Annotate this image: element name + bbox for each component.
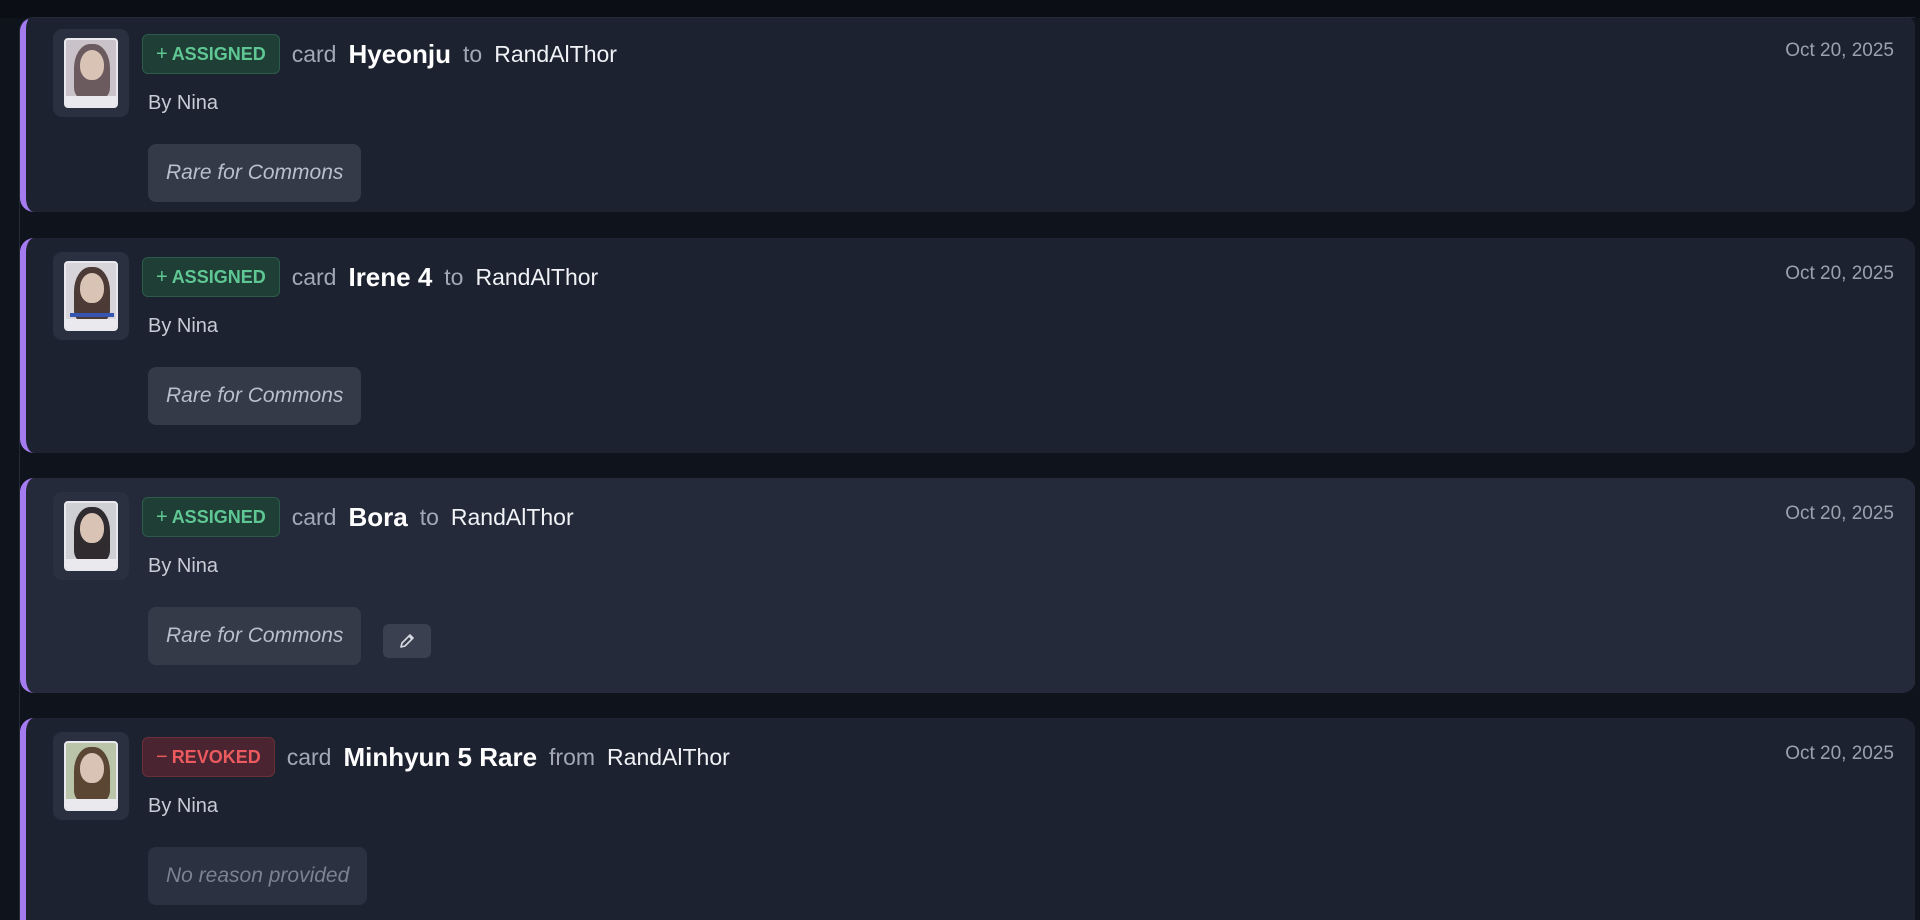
assigned-badge: + ASSIGNED [142, 257, 280, 297]
pencil-icon [400, 634, 414, 648]
plus-icon: + [156, 505, 168, 528]
card-word: card [286, 743, 332, 770]
byline: By Nina [148, 555, 219, 577]
card-name[interactable]: Hyeonju [348, 39, 451, 70]
badge-label: ASSIGNED [171, 506, 266, 527]
reason-note: No reason provided [148, 847, 368, 905]
preposition: to [444, 263, 464, 290]
target-user[interactable]: RandAlThor [451, 504, 574, 531]
activity-entry: + ASSIGNED card Irene 4 to RandAlThor By… [20, 238, 1915, 453]
card-image [64, 261, 118, 331]
badge-label: ASSIGNED [171, 43, 266, 64]
target-user[interactable]: RandAlThor [475, 264, 598, 291]
activity-feed: + ASSIGNED card Hyeonju to RandAlThor By… [19, 17, 1915, 920]
entry-date: Oct 20, 2025 [1785, 263, 1894, 284]
card-image [64, 38, 118, 108]
card-image [64, 741, 118, 811]
byline: By Nina [148, 795, 219, 817]
entry-date: Oct 20, 2025 [1785, 743, 1894, 764]
target-user[interactable]: RandAlThor [494, 41, 617, 68]
card-image [64, 501, 118, 571]
entry-headline: + ASSIGNED card Hyeonju to RandAlThor [142, 34, 617, 74]
activity-entry: − REVOKED card Minhyun 5 Rare from RandA… [20, 718, 1915, 920]
reason-note: Rare for Commons [148, 367, 362, 425]
activity-entry: + ASSIGNED card Hyeonju to RandAlThor By… [20, 18, 1915, 212]
card-word: card [291, 40, 337, 67]
top-bar [0, 0, 1920, 18]
assigned-badge: + ASSIGNED [142, 34, 280, 74]
plus-icon: + [156, 265, 168, 288]
card-thumbnail[interactable] [53, 492, 129, 580]
badge-label: REVOKED [171, 746, 261, 767]
entry-date: Oct 20, 2025 [1785, 503, 1894, 524]
activity-entry: + ASSIGNED card Bora to RandAlThor By Ni… [20, 478, 1915, 693]
reason-note: Rare for Commons [148, 144, 362, 202]
card-name[interactable]: Irene 4 [348, 262, 432, 293]
preposition: from [549, 743, 596, 770]
reason-note: Rare for Commons [148, 607, 362, 665]
plus-icon: + [156, 42, 168, 65]
card-name[interactable]: Minhyun 5 Rare [343, 742, 537, 773]
entry-date: Oct 20, 2025 [1785, 40, 1894, 61]
entry-headline: − REVOKED card Minhyun 5 Rare from RandA… [142, 737, 730, 777]
card-thumbnail[interactable] [53, 732, 129, 820]
preposition: to [463, 40, 483, 67]
byline: By Nina [148, 315, 219, 337]
minus-icon: − [156, 745, 168, 768]
card-thumbnail[interactable] [53, 29, 129, 117]
card-word: card [291, 263, 337, 290]
assigned-badge: + ASSIGNED [142, 497, 280, 537]
card-name[interactable]: Bora [348, 502, 407, 533]
target-user[interactable]: RandAlThor [607, 744, 730, 771]
revoked-badge: − REVOKED [142, 737, 275, 777]
byline: By Nina [148, 92, 219, 114]
entry-headline: + ASSIGNED card Bora to RandAlThor [142, 497, 574, 537]
badge-label: ASSIGNED [171, 266, 266, 287]
entry-headline: + ASSIGNED card Irene 4 to RandAlThor [142, 257, 598, 297]
edit-reason-button[interactable] [383, 624, 431, 658]
preposition: to [419, 503, 439, 530]
card-thumbnail[interactable] [53, 252, 129, 340]
card-word: card [291, 503, 337, 530]
